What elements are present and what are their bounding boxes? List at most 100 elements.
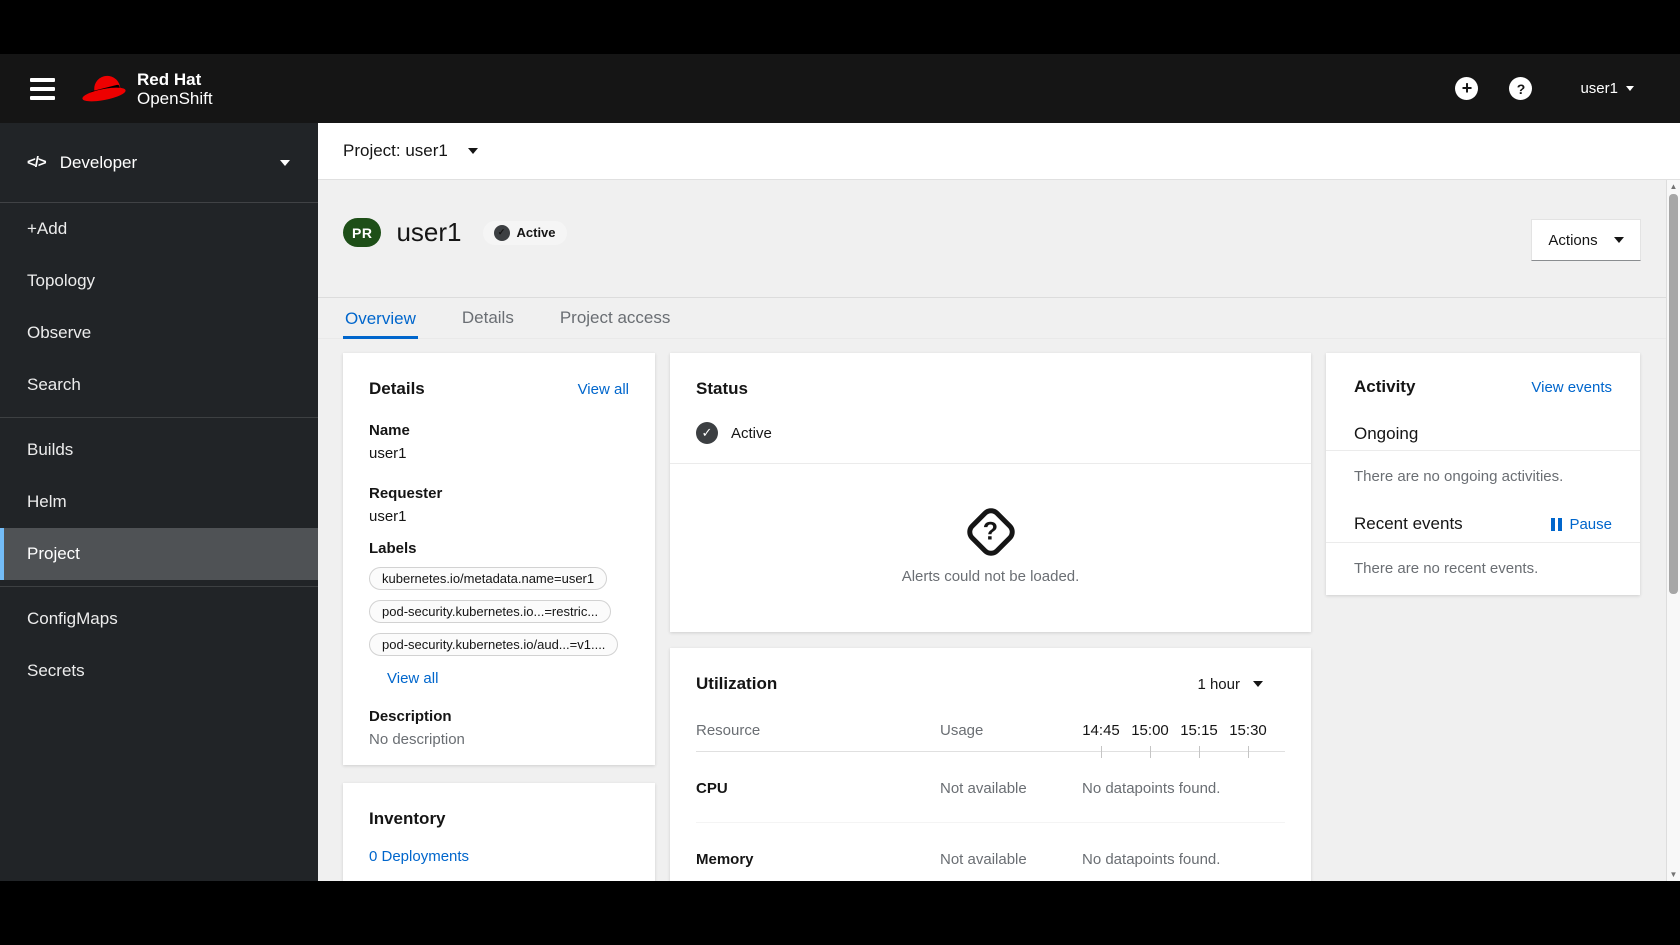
perspective-switcher[interactable]: </> Developer [0, 123, 318, 203]
recent-events-heading: Recent events [1354, 514, 1463, 533]
vertical-scrollbar[interactable]: ▲ ▼ [1666, 180, 1680, 881]
check-circle-icon: ✓ [696, 422, 718, 444]
unknown-question-icon: ? [962, 503, 1019, 560]
tab-details[interactable]: Details [460, 308, 516, 338]
check-circle-icon: ✓ [493, 224, 510, 241]
pause-label: Pause [1569, 515, 1612, 533]
status-card: Status ✓ Active ? Alerts could not be lo… [670, 353, 1311, 632]
project-resource-badge: PR [343, 218, 382, 247]
inventory-card: Inventory 0 Deployments [343, 783, 655, 881]
brand-text: Red Hat OpenShift [137, 70, 213, 108]
inventory-deployments-link[interactable]: 0 Deployments [369, 848, 629, 865]
scroll-up-icon[interactable]: ▲ [1667, 182, 1680, 191]
description-label: Description [369, 708, 452, 725]
recent-events-empty-message: There are no recent events. [1354, 560, 1539, 577]
sidebar-item-label: +Add [27, 219, 68, 238]
sidebar-item-secrets[interactable]: Secrets [0, 645, 318, 697]
sidebar-item-builds[interactable]: Builds [0, 424, 318, 476]
brand-logo[interactable]: Red Hat OpenShift [81, 70, 213, 108]
utilization-card: Utilization 1 hour Resource Usage 14:45 … [670, 648, 1311, 881]
status-active-row: ✓ Active [696, 422, 1285, 444]
labels-heading: Labels [369, 540, 417, 557]
time-axis: 14:45 15:00 15:15 15:30 [1082, 722, 1267, 758]
details-card-title: Details [369, 379, 425, 398]
scrollbar-thumb[interactable] [1669, 194, 1678, 594]
masthead: Red Hat OpenShift + ? user1 [0, 54, 1680, 123]
sidebar-item-label: Search [27, 375, 81, 394]
field-value-name: user1 [369, 445, 407, 462]
sidebar-item-label: ConfigMaps [27, 609, 118, 628]
field-value-requester: user1 [369, 508, 407, 525]
sidebar-item-search[interactable]: Search [0, 359, 318, 411]
resource-usage: Not available [940, 780, 1027, 797]
utilization-card-title: Utilization [696, 674, 778, 693]
description-value: No description [369, 731, 465, 748]
activity-card: Activity View events Ongoing There are n… [1326, 353, 1640, 595]
sidebar-item-project[interactable]: Project [0, 528, 318, 580]
utilization-table-header: Resource Usage 14:45 15:00 15:15 15:30 [696, 722, 1285, 758]
time-tick: 14:45 [1082, 722, 1120, 758]
ongoing-heading: Ongoing [1326, 397, 1640, 451]
tab-bar: Overview Details Project access [318, 298, 1680, 339]
sidebar-item-configmaps[interactable]: ConfigMaps [0, 593, 318, 645]
main-area: Project: user1 PR user1 ✓ Active Actions [318, 123, 1680, 881]
resource-chart-empty: No datapoints found. [1082, 851, 1221, 868]
page-title: user1 [396, 217, 462, 247]
duration-value: 1 hour [1197, 675, 1240, 693]
caret-down-icon [280, 159, 290, 166]
utilization-row-memory: Memory Not available No datapoints found… [696, 823, 1285, 881]
pause-icon [1551, 517, 1563, 531]
add-plus-circle-icon[interactable]: + [1455, 77, 1479, 100]
caret-down-icon[interactable] [467, 148, 478, 154]
sidebar-item-observe[interactable]: Observe [0, 307, 318, 359]
app-body: </> Developer +Add Topology Observe Sear… [0, 123, 1680, 881]
resource-name: Memory [696, 851, 754, 868]
time-tick: 15:30 [1229, 722, 1267, 758]
caret-down-icon [1613, 237, 1624, 243]
pause-button[interactable]: Pause [1551, 516, 1612, 533]
left-column: Details View all Name user1 Requester us… [343, 353, 655, 881]
nav-group-1: +Add Topology Observe Search [0, 203, 318, 417]
status-value: Active [731, 424, 772, 442]
dashboard-grid: Details View all Name user1 Requester us… [318, 339, 1680, 881]
ongoing-empty-message: There are no ongoing activities. [1354, 468, 1564, 485]
caret-down-icon [1626, 86, 1634, 91]
right-column: Activity View events Ongoing There are n… [1326, 353, 1640, 595]
time-tick: 15:15 [1180, 722, 1218, 758]
activity-card-title: Activity [1354, 377, 1416, 396]
caret-down-icon [1253, 681, 1263, 687]
sidebar: </> Developer +Add Topology Observe Sear… [0, 123, 318, 881]
user-menu[interactable]: user1 [1580, 80, 1634, 97]
resource-usage: Not available [940, 851, 1027, 868]
duration-select[interactable]: 1 hour [1197, 676, 1263, 693]
label-chip[interactable]: kubernetes.io/metadata.name=user1 [369, 567, 608, 590]
tab-project-access[interactable]: Project access [558, 308, 673, 338]
page-header: PR user1 ✓ Active Actions [318, 180, 1680, 298]
sidebar-item-topology[interactable]: Topology [0, 255, 318, 307]
utilization-row-cpu: CPU Not available No datapoints found. [696, 752, 1285, 823]
sidebar-item-add[interactable]: +Add [0, 203, 318, 255]
labels-view-all-link[interactable]: View all [387, 670, 438, 687]
actions-button[interactable]: Actions [1531, 219, 1641, 261]
project-selector[interactable]: Project: user1 [343, 141, 448, 161]
field-label-requester: Requester [369, 485, 443, 502]
help-question-circle-icon[interactable]: ? [1509, 77, 1533, 100]
letterbox-bottom [0, 881, 1680, 945]
resource-chart-empty: No datapoints found. [1082, 780, 1221, 797]
actions-label: Actions [1548, 231, 1598, 249]
view-events-link[interactable]: View events [1531, 379, 1612, 396]
nav-group-2: Builds Helm Project [0, 417, 318, 586]
label-chip[interactable]: pod-security.kubernetes.io...=restric... [369, 600, 612, 623]
perspective-label: Developer [59, 152, 138, 172]
details-view-all-link[interactable]: View all [578, 381, 629, 398]
scroll-down-icon[interactable]: ▼ [1667, 870, 1680, 879]
redhat-fedora-icon [81, 72, 127, 105]
column-usage: Usage [940, 722, 984, 739]
sidebar-item-helm[interactable]: Helm [0, 476, 318, 528]
column-resource: Resource [696, 722, 761, 739]
tab-overview[interactable]: Overview [343, 309, 418, 339]
resource-name: CPU [696, 780, 728, 797]
label-chip[interactable]: pod-security.kubernetes.io/aud...=v1.... [369, 633, 619, 656]
sidebar-item-label: Helm [27, 492, 67, 511]
nav-toggle-hamburger-icon[interactable] [30, 77, 55, 100]
